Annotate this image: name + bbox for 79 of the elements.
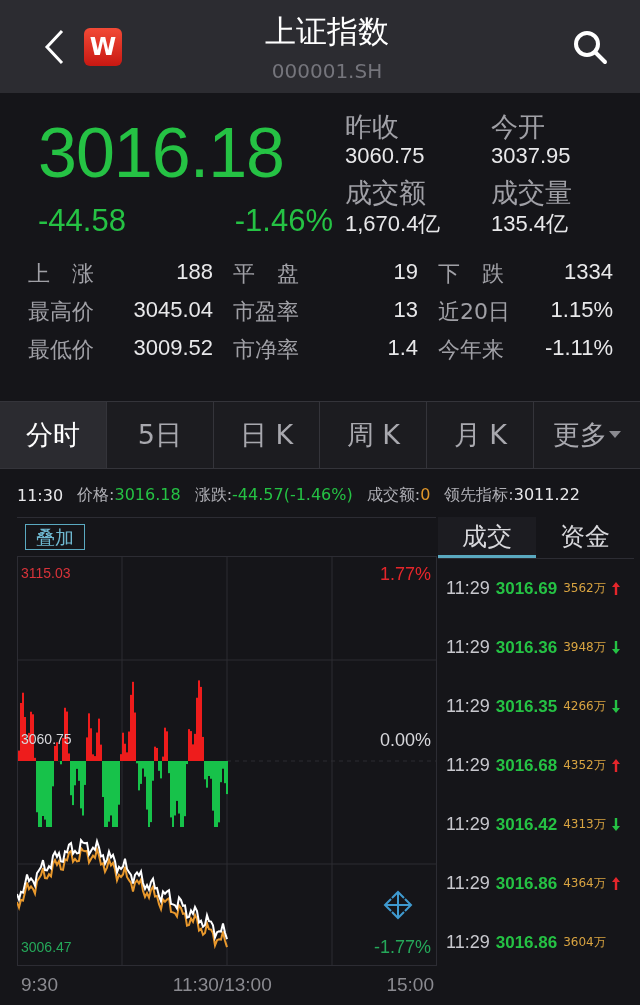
axis-label: 1.77% [379,564,431,584]
axis-label: 3115.03 [21,565,71,581]
trade-price: 3016.42 [495,814,558,835]
period-tab[interactable]: 月 K [427,402,535,468]
trade-time: 11:29 [446,637,490,658]
field-value: 3037.95 [491,143,572,169]
stat-value: 1.4 [387,335,418,362]
trade-volume: 3562万 [563,580,606,597]
trade-volume: 4364万 [563,875,606,892]
search-icon[interactable] [572,28,608,65]
trade-volume: 3604万 [563,934,606,951]
trade-price: 3016.35 [495,696,558,717]
stat-value: 13 [393,297,418,324]
info-item: 领先指标:3011.22 [444,484,580,506]
trade-tab[interactable]: 成交 [438,517,536,558]
expand-icon[interactable] [383,890,413,920]
field-value: 1,670.4亿 [345,210,442,238]
axis-label: 0.00% [379,730,431,750]
field-value: 135.4亿 [491,210,570,238]
trade-volume: 4266万 [563,698,606,715]
period-tab[interactable]: 日 K [213,402,321,468]
stat-label: 下 跌 [438,260,504,288]
time-label: 11:30/13:00 [172,974,272,996]
overlay-button[interactable]: 叠加 [25,524,85,550]
field-label: 今开 [491,111,546,143]
axis-label: -1.77% [373,937,431,957]
trade-time: 11:29 [446,578,490,599]
stat-label: 平 盘 [233,260,299,288]
trade-time: 11:29 [446,873,490,894]
trade-tab[interactable]: 资金 [536,517,634,558]
trade-time: 11:29 [446,696,490,717]
percent-change: -1.46% [234,203,333,239]
stat-label: 最低价 [28,336,94,364]
trade-time: 11:29 [446,755,490,776]
stat-label: 市净率 [233,336,299,364]
trade-time: 11:29 [446,814,490,835]
stat-label: 今年来 [438,336,504,364]
stat-value: 188 [176,259,213,286]
info-item: 成交额:0 [366,484,431,506]
field-label: 昨收 [345,111,400,143]
page-title: 上证指数 [265,11,389,51]
stat-value: -1.11% [544,335,613,362]
trade-price: 3016.68 [495,755,558,776]
stat-value: 1.15% [550,297,613,324]
time-label: 9:30 [21,974,58,996]
info-item: 价格:3016.18 [77,484,181,506]
stat-label: 市盈率 [233,298,299,326]
field-label: 成交额 [345,177,427,209]
more-dropdown[interactable]: 更多 [534,402,640,468]
stat-label: 上 涨 [28,260,94,288]
field-value: 3060.75 [345,143,426,169]
period-tab[interactable]: 分时 [0,402,107,468]
info-item: 涨跌:-44.57(-1.46%) [194,484,353,506]
time-label: 15:00 [386,974,434,996]
price-change: -44.58 [38,203,126,239]
period-tab[interactable]: 周 K [320,402,428,468]
trade-price: 3016.86 [495,932,558,953]
stat-value: 1334 [564,259,613,286]
stat-value: 3045.04 [133,297,213,324]
trade-volume: 4352万 [563,757,606,774]
period-tab[interactable]: 5日 [106,402,214,468]
app-logo[interactable]: W [84,27,122,66]
field-label: 成交量 [491,177,573,209]
stat-value: 19 [393,259,418,286]
stat-label: 近20日 [438,298,510,326]
stock-code: 000001.SH [271,58,383,83]
caret-icon [609,431,622,439]
axis-label: 3006.47 [21,939,72,955]
stat-value: 3009.52 [133,335,213,362]
trade-volume: 4313万 [563,816,606,833]
trade-price: 3016.86 [495,873,558,894]
trade-price: 3016.36 [495,637,558,658]
info-time: 11:30 [17,485,64,505]
index-price: 3016.18 [38,113,286,194]
stat-label: 最高价 [28,298,94,326]
back-icon[interactable] [44,28,64,65]
trade-volume: 3948万 [563,639,606,656]
trade-price: 3016.69 [495,578,558,599]
trade-time: 11:29 [446,932,490,953]
